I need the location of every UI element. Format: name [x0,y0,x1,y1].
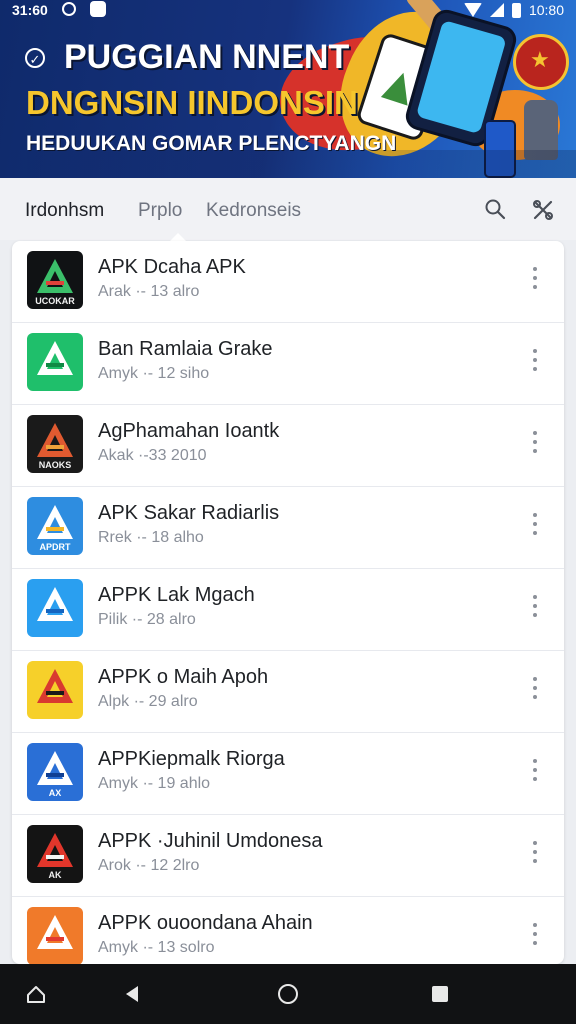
check-icon: ✓ [25,48,45,68]
list-item[interactable]: APDRT APK Sakar Radiarlis Rrek ·- 18 alho [12,487,564,569]
list-item[interactable]: APPK Lak Mgach Pilik ·- 28 alro [12,569,564,651]
more-vert-icon[interactable] [526,513,544,541]
tab-kedronseis[interactable]: Kedronseis [206,200,301,222]
banner-subtitle: DNGNSIN IINDONSIN [26,84,358,121]
app-icon[interactable] [27,661,83,719]
app-title: APPKiepmalk Riorga [98,748,285,770]
app-icon-label: AX [49,788,62,798]
app-meta: Arok ·- 12 2lro [98,857,200,874]
more-vert-icon[interactable] [526,923,544,951]
list-item[interactable]: AX APPKiepmalk Riorga Amyk ·- 19 ahlo [12,733,564,815]
list-item[interactable]: UCOKAR APK Dcaha APK Arak ·- 13 alro [12,241,564,323]
header-banner: ✓ PUGGIAN NNENT DNGNSIN IINDONSIN HEDUUK… [0,0,576,178]
more-vert-icon[interactable] [526,595,544,623]
app-title: APPK o Maih Apoh [98,666,269,688]
app-notification-icon [90,1,106,17]
app-title: Ban Ramlaia Grake [98,338,273,360]
tab-irdonhsm[interactable]: Irdonhsm [25,200,104,222]
more-vert-icon[interactable] [526,759,544,787]
list-item[interactable]: Ban Ramlaia Grake Amyk ·- 12 siho [12,323,564,405]
home-icon[interactable] [24,982,48,1006]
app-meta: Amyk ·- 19 ahlo [98,775,211,792]
list-item[interactable]: APPK ouoondana Ahain Amyk ·- 13 solro [12,897,564,964]
tab-prplo[interactable]: Prplo [138,200,182,222]
app-title: APK Dcaha APK [98,256,246,278]
emblem-icon [513,34,569,90]
app-icon-label: UCOKAR [35,296,75,306]
search-icon[interactable] [484,198,506,220]
more-vert-icon[interactable] [526,349,544,377]
banner-title: PUGGIAN NNENT [64,38,350,76]
app-meta: Rrek ·- 18 alho [98,529,204,546]
app-icon[interactable] [27,907,83,964]
tab-indicator [170,233,186,241]
more-vert-icon[interactable] [526,267,544,295]
app-icon[interactable]: APDRT [27,497,83,555]
app-icon[interactable]: NAOKS [27,415,83,473]
back-icon[interactable] [120,982,144,1006]
app-title: AgPhamahan Ioantk [98,420,280,442]
tools-icon[interactable] [531,198,555,222]
app-meta: Amyk ·- 13 solro [98,939,215,956]
app-meta: Amyk ·- 12 siho [98,365,210,382]
battery-icon [511,2,521,18]
navigation-bar [0,964,576,1024]
more-vert-icon[interactable] [526,677,544,705]
list-item[interactable]: NAOKS AgPhamahan Ioantk Akak ·-33 2010 [12,405,564,487]
signal-icon [489,3,504,17]
app-icon[interactable]: AK [27,825,83,883]
banner-tagline: HEDUUKAN GOMAR PLENCTYANGN [26,132,397,155]
more-vert-icon[interactable] [526,841,544,869]
app-meta: Arak ·- 13 alro [98,283,200,300]
status-time: 31:60 [12,2,48,18]
status-clock: 10:80 [528,2,564,18]
list-item[interactable]: APPK o Maih Apoh Alpk ·- 29 alro [12,651,564,733]
app-icon-label: APDRT [40,542,72,552]
app-meta: Alpk ·- 29 alro [98,693,198,710]
app-icon[interactable]: UCOKAR [27,251,83,309]
app-icon[interactable] [27,333,83,391]
status-bar: 31:60 10:80 [0,0,576,22]
home-circle-icon[interactable] [276,982,300,1006]
wifi-icon [463,3,482,17]
status-right: 10:80 [463,2,564,18]
more-vert-icon[interactable] [526,431,544,459]
app-icon-label: AK [49,870,62,880]
app-title: APK Sakar Radiarlis [98,502,280,524]
list-item[interactable]: AK APPK ·Juhinil Umdonesa Arok ·- 12 2lro [12,815,564,897]
app-list: UCOKAR APK Dcaha APK Arak ·- 13 alro Ban Ra… [12,241,564,964]
app-icon-label: NAOKS [39,460,72,470]
recents-icon[interactable] [428,982,452,1006]
app-meta: Akak ·-33 2010 [98,447,207,464]
app-icon[interactable] [27,579,83,637]
app-meta: Pilik ·- 28 alro [98,611,196,628]
notification-icon [62,2,76,16]
app-title: APPK Lak Mgach [98,584,255,606]
app-icon[interactable]: AX [27,743,83,801]
app-title: APPK ·Juhinil Umdonesa [98,830,323,852]
app-title: APPK ouoondana Ahain [98,912,313,934]
